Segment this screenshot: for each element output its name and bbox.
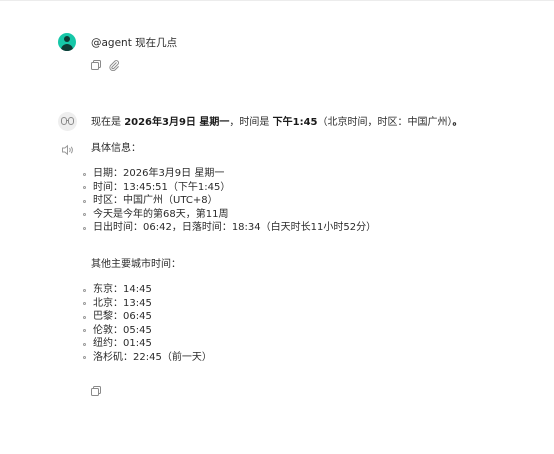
list-item: 东京：14:45 xyxy=(83,283,212,297)
copy-icon[interactable] xyxy=(90,59,102,71)
copy-icon[interactable] xyxy=(90,385,102,397)
cities-list: 东京：14:45 北京：13:45 巴黎：06:45 伦敦：05:45 纽约：0… xyxy=(83,283,212,365)
bot-message-actions xyxy=(90,385,102,397)
info-title: 具体信息： xyxy=(91,143,141,154)
answer-prefix: 现在是 xyxy=(91,117,125,128)
user-message-text: @agent 现在几点 xyxy=(91,37,178,49)
answer-suffix: （北京时间，时区：中国广州） xyxy=(317,117,453,128)
bot-avatar-icon xyxy=(58,112,77,131)
paperclip-icon[interactable] xyxy=(108,59,120,71)
answer-mid: ，时间是 xyxy=(229,117,273,128)
list-item: 纽约：01:45 xyxy=(83,337,212,351)
list-item: 北京：13:45 xyxy=(83,297,212,311)
list-item: 今天是今年的第68天，第11周 xyxy=(83,208,376,222)
info-list: 日期：2026年3月9日 星期一 时间：13:45:51（下午1:45） 时区：… xyxy=(83,167,376,235)
user-avatar-icon xyxy=(58,33,76,51)
answer-date: 2026年3月9日 星期一 xyxy=(124,117,230,128)
speaker-icon[interactable] xyxy=(61,141,75,156)
list-item: 时间：13:45:51（下午1:45） xyxy=(83,181,376,195)
list-item: 日出时间：06:42，日落时间：18:34（白天时长11小时52分） xyxy=(83,221,376,235)
top-divider xyxy=(0,0,554,1)
user-message-actions xyxy=(90,59,120,71)
list-item: 巴黎：06:45 xyxy=(83,310,212,324)
list-item: 时区：中国广州（UTC+8） xyxy=(83,194,376,208)
list-item: 洛杉矶：22:45（前一天） xyxy=(83,351,212,365)
cities-title: 其他主要城市时间： xyxy=(91,259,181,270)
answer-time: 下午1:45 xyxy=(272,117,318,128)
list-item: 伦敦：05:45 xyxy=(83,324,212,338)
answer-end: 。 xyxy=(452,117,463,128)
list-item: 日期：2026年3月9日 星期一 xyxy=(83,167,376,181)
answer-summary: 现在是 2026年3月9日 星期一，时间是 下午1:45（北京时间，时区：中国广… xyxy=(91,116,462,130)
